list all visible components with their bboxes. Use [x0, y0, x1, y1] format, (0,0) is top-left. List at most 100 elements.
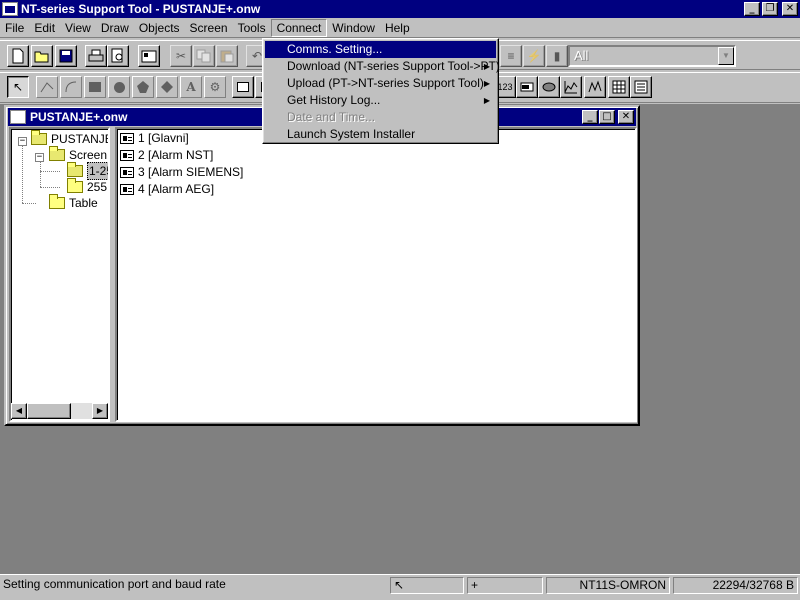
screen-icon: [120, 166, 134, 178]
menu-tools[interactable]: Tools: [233, 19, 271, 37]
status-device: NT11S-OMRON: [546, 577, 670, 594]
trend-graph-button[interactable]: [560, 76, 582, 98]
tree-horizontal-scrollbar[interactable]: ◀ ▶: [11, 403, 108, 419]
print-button[interactable]: [85, 45, 107, 67]
menu-edit[interactable]: Edit: [29, 19, 60, 37]
open-file-button[interactable]: [31, 45, 53, 67]
copy-button[interactable]: [193, 45, 215, 67]
printer-icon: [88, 49, 104, 62]
new-file-icon: [12, 48, 24, 64]
fill-style-button[interactable]: ⚡: [523, 45, 545, 67]
new-file-button[interactable]: [7, 45, 29, 67]
tree-expander-root[interactable]: −: [18, 137, 27, 146]
minimize-icon[interactable]: _: [744, 2, 760, 16]
cut-button[interactable]: ✂: [170, 45, 192, 67]
screen-list-label: 1 [Glavni]: [138, 131, 189, 145]
tree-label-table: Table: [69, 196, 98, 210]
folder-open-icon: [49, 146, 65, 161]
circle-tool-button[interactable]: [108, 76, 130, 98]
close-icon[interactable]: ✕: [782, 2, 798, 16]
tree-item-screens-1-25[interactable]: 1-25: [67, 162, 108, 180]
scroll-right-icon[interactable]: ▶: [92, 403, 108, 419]
app-title: NT-series Support Tool - PUSTANJE+.onw: [21, 2, 261, 16]
polyline-icon: [40, 82, 54, 93]
screen-list-label: 2 [Alarm NST]: [138, 148, 214, 162]
text-tool-button[interactable]: A: [180, 76, 202, 98]
screen-list-label: 4 [Alarm AEG]: [138, 182, 215, 196]
save-button[interactable]: [55, 45, 77, 67]
menu-item-upload[interactable]: Upload (PT->NT-series Support Tool) ▶: [265, 75, 496, 92]
bar-graph-button[interactable]: [516, 76, 538, 98]
broken-line-graph-button[interactable]: [584, 76, 606, 98]
doc-close-icon[interactable]: ✕: [618, 110, 634, 124]
align-button[interactable]: ≡: [500, 45, 522, 67]
new-screen-button[interactable]: [138, 45, 160, 67]
document-icon[interactable]: [10, 110, 26, 124]
menu-view[interactable]: View: [60, 19, 96, 37]
line-tool-button[interactable]: [36, 76, 58, 98]
menu-draw[interactable]: Draw: [96, 19, 134, 37]
menu-screen[interactable]: Screen: [185, 19, 233, 37]
tree-item-table[interactable]: Table: [49, 194, 98, 211]
screen-list-item[interactable]: 3 [Alarm SIEMENS]: [120, 164, 243, 180]
rectangle-icon: [89, 82, 101, 92]
select-tool-button[interactable]: ↖: [7, 76, 29, 98]
app-icon[interactable]: [2, 2, 18, 16]
image-tool-button[interactable]: [232, 76, 254, 98]
status-message: Setting communication port and baud rate: [3, 577, 226, 591]
restore-icon[interactable]: ❐: [762, 2, 778, 16]
table-object-button[interactable]: [608, 76, 630, 98]
tree-item-screen[interactable]: Screen: [49, 146, 107, 163]
lamp-button[interactable]: [538, 76, 560, 98]
sector-tool-button[interactable]: [156, 76, 178, 98]
tree-expander-screen[interactable]: −: [35, 153, 44, 162]
tree-item-project[interactable]: PUSTANJE+: [31, 130, 108, 147]
cut-icon: ✂: [175, 49, 187, 63]
project-tree-panel[interactable]: − PUSTANJE+ − Screen 1-25 255 Table: [9, 127, 110, 422]
screen-icon: [120, 183, 134, 195]
menu-item-download[interactable]: Download (NT-series Support Tool->PT) ▶: [265, 58, 500, 75]
scroll-thumb[interactable]: [27, 403, 71, 419]
tree-item-screen-255[interactable]: 255: [67, 178, 107, 195]
menu-item-label: Date and Time...: [287, 110, 376, 124]
bar-graph-icon: [520, 82, 534, 92]
menu-item-comms-setting[interactable]: Comms. Setting...: [265, 41, 496, 58]
scroll-left-icon[interactable]: ◀: [11, 403, 27, 419]
rectangle-tool-button[interactable]: [84, 76, 106, 98]
screen-list-label: 3 [Alarm SIEMENS]: [138, 165, 244, 179]
menu-connect[interactable]: Connect: [270, 18, 328, 37]
screen-icon: [120, 149, 134, 161]
app-title-bar[interactable]: NT-series Support Tool - PUSTANJE+.onw _…: [0, 0, 800, 18]
menu-help[interactable]: Help: [380, 19, 415, 37]
menu-file[interactable]: File: [0, 19, 29, 37]
mark-tool-button[interactable]: ⚙: [204, 76, 226, 98]
trend-graph-icon: [564, 81, 578, 94]
line-style-button[interactable]: ▮: [546, 45, 568, 67]
polygon-tool-button[interactable]: [132, 76, 154, 98]
menu-item-get-history-log[interactable]: Get History Log... ▶: [265, 92, 496, 109]
folder-open-icon: [67, 162, 83, 177]
arc-tool-button[interactable]: [60, 76, 82, 98]
menu-window[interactable]: Window: [327, 19, 380, 37]
print-preview-icon: [111, 48, 123, 63]
print-preview-button[interactable]: [107, 45, 129, 67]
screen-list-item[interactable]: 4 [Alarm AEG]: [120, 181, 214, 197]
list-object-button[interactable]: [630, 76, 652, 98]
paste-button[interactable]: [216, 45, 238, 67]
doc-maximize-icon[interactable]: □: [599, 110, 615, 124]
status-coords: +: [467, 577, 543, 594]
text-icon: A: [186, 80, 196, 94]
screen-list-item[interactable]: 1 [Glavni]: [120, 130, 189, 146]
doc-minimize-icon[interactable]: _: [582, 110, 598, 124]
screen-list-item[interactable]: 2 [Alarm NST]: [120, 147, 213, 163]
menu-item-label: Launch System Installer: [287, 127, 416, 141]
copy-icon: [196, 49, 211, 63]
fill-style-icon: ⚡: [526, 49, 542, 63]
menu-item-label: Upload (PT->NT-series Support Tool): [287, 76, 484, 90]
chevron-down-icon[interactable]: ▼: [718, 47, 734, 65]
menu-objects[interactable]: Objects: [134, 19, 185, 37]
image-icon: [237, 82, 249, 92]
status-bar: Setting communication port and baud rate…: [0, 574, 800, 594]
object-filter-combo[interactable]: All ▼: [568, 45, 736, 67]
menu-item-launch-system-installer[interactable]: Launch System Installer: [265, 126, 496, 143]
